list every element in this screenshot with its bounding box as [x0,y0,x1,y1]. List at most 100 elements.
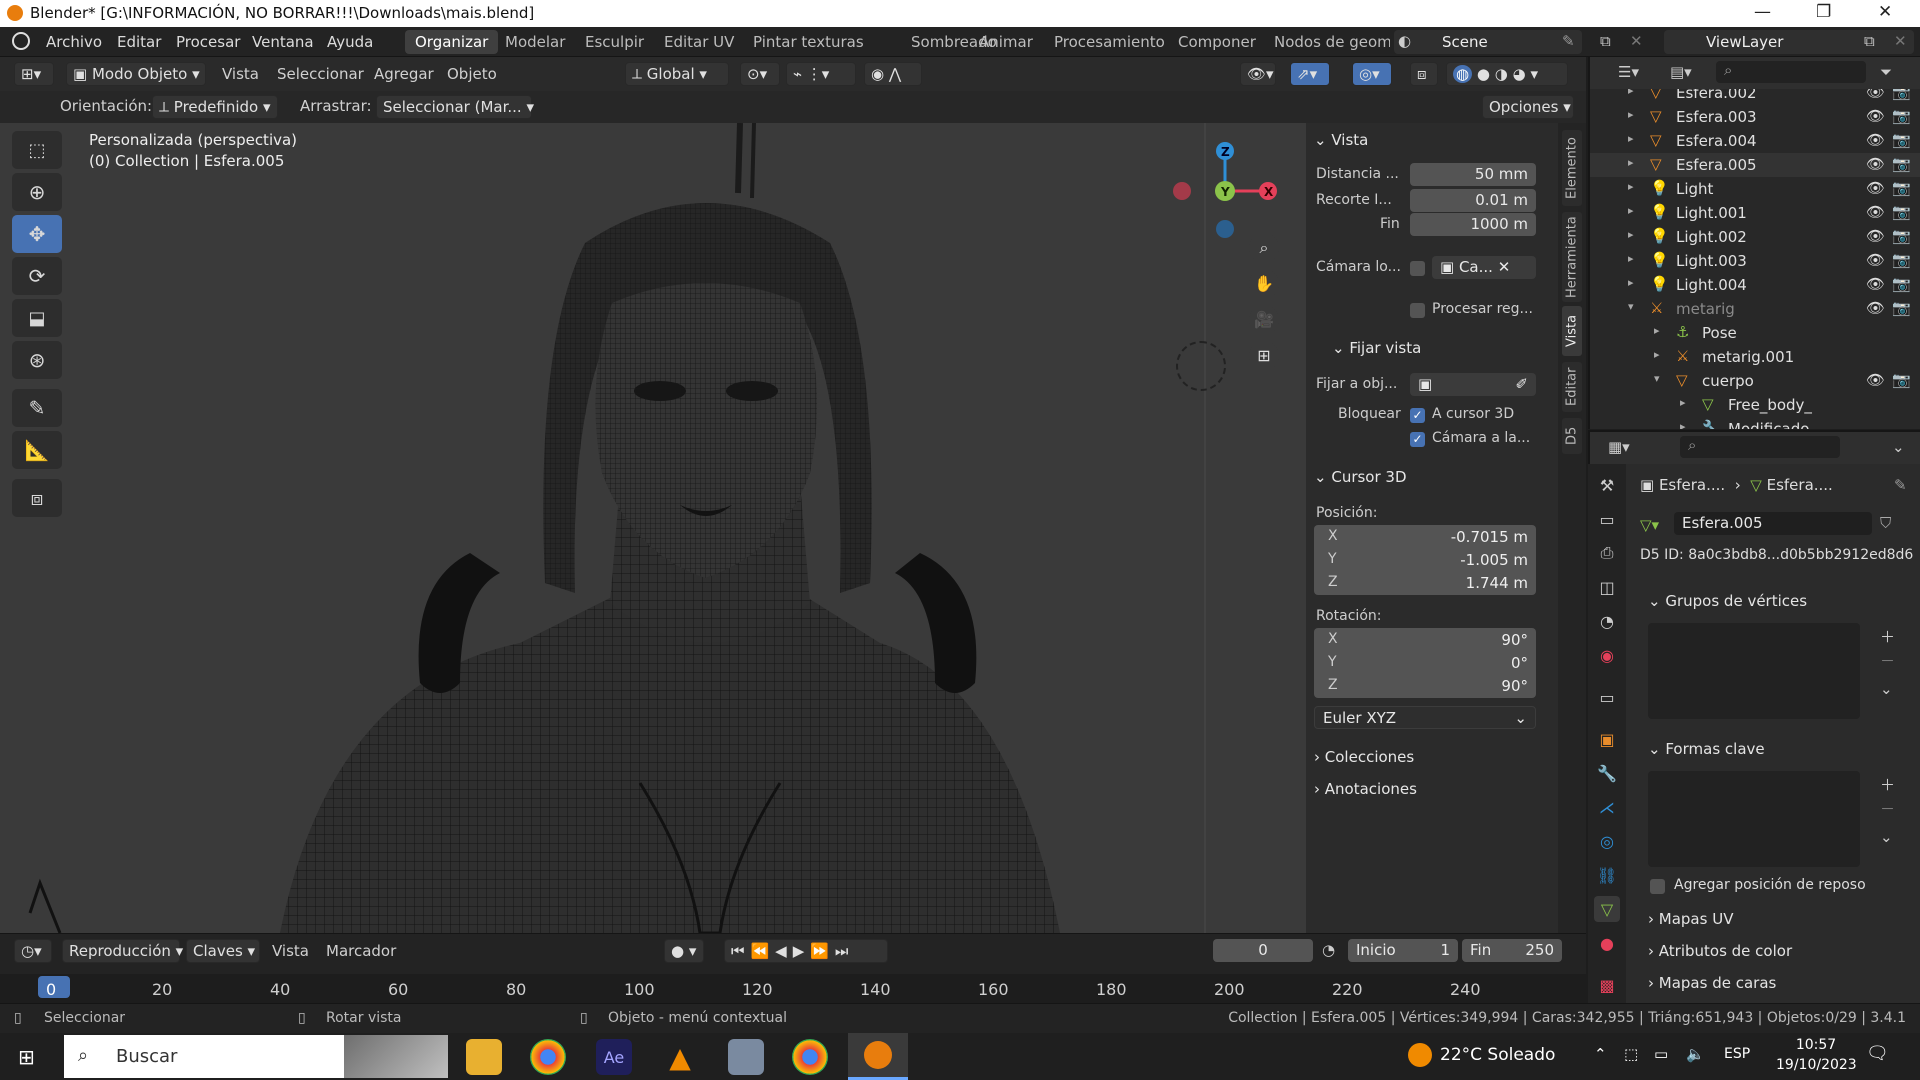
expand-arrow-icon[interactable]: ▸ [1628,228,1634,241]
pivot-selector[interactable]: ⊙▾ [740,62,780,86]
3d-cursor-icon[interactable] [1176,341,1226,391]
tool-properties-tab-icon[interactable]: ⚒ [1594,472,1620,498]
uv-maps-header[interactable]: › Mapas UV [1648,910,1733,928]
windows-start-icon[interactable]: ⊞ [18,1045,35,1069]
restore-button[interactable]: ❐ [1816,2,1831,22]
tab-elemento[interactable]: Elemento [1562,130,1582,206]
render-camera-icon[interactable]: 📷 [1892,179,1911,197]
workspace-tab-procesamiento[interactable]: Procesamiento [1044,30,1175,54]
render-camera-icon[interactable]: 📷 [1892,299,1911,317]
camera-view-icon[interactable]: 🎥 [1249,305,1279,335]
filter-icon[interactable]: ⏷ [1880,63,1892,81]
view-panel-header[interactable]: ⌄ Vista [1314,131,1368,149]
expand-arrow-icon[interactable]: ▸ [1654,348,1660,361]
shape-keys-list[interactable] [1648,771,1860,867]
move-tool[interactable]: ✥ [12,215,62,253]
expand-arrow-icon[interactable]: ▸ [1628,276,1634,289]
rendered-shading-icon[interactable]: ◕ [1513,65,1526,83]
drag-dropdown[interactable]: Seleccionar (Mar... ▾ [376,95,534,119]
view-layer-properties-tab-icon[interactable]: ◫ [1594,574,1620,600]
blender-menu-icon[interactable] [12,32,30,50]
constraint-properties-tab-icon[interactable]: ⛓ [1594,862,1620,888]
mesh-data-properties-tab-icon[interactable]: ▽ [1594,896,1620,922]
preview-range-icon[interactable]: ◔ [1322,941,1335,959]
modifier-properties-tab-icon[interactable]: 🔧 [1594,760,1620,786]
language-indicator[interactable]: ESP [1724,1046,1750,1062]
world-properties-tab-icon[interactable]: ◉ [1594,642,1620,668]
snap-toggle[interactable]: ⌁ ⋮▾ [786,62,856,86]
local-camera-checkbox[interactable] [1410,261,1425,276]
expand-arrow-icon[interactable]: ▸ [1628,89,1634,97]
workspace-tab-esculpir[interactable]: Esculpir [575,30,654,54]
lock-cursor-checkbox[interactable]: ✓ [1410,408,1425,423]
render-camera-icon[interactable]: 📷 [1892,89,1911,101]
menu-objeto[interactable]: Objeto [447,65,497,83]
mesh-data-browse-icon[interactable]: ▽▾ [1640,516,1659,534]
pos-y-field[interactable]: -1.005 m [1460,551,1528,569]
orientation-dropdown[interactable]: ⟂ Predefinido ▾ [152,95,278,119]
outliner-row[interactable]: ▾ ⚔ metarig 👁 📷 [1590,297,1920,321]
face-maps-header[interactable]: › Mapas de caras [1648,974,1776,992]
fake-user-shield-icon[interactable]: ⛉ [1880,514,1891,532]
outliner-row[interactable]: ▸ ▽ Esfera.005 👁 📷 [1590,153,1920,177]
outliner-row[interactable]: ▸ ▽ Esfera.004 👁 📷 [1590,129,1920,153]
render-camera-icon[interactable]: 📷 [1892,227,1911,245]
render-region-checkbox[interactable] [1410,303,1425,318]
playback-controls[interactable]: ⏮⏪◀▶⏩⏭ [724,939,888,963]
properties-options-icon[interactable]: ⌄ [1892,438,1905,456]
notifications-icon[interactable]: 🗨 [1866,1043,1889,1064]
expand-arrow-icon[interactable]: ▸ [1628,204,1634,217]
file-explorer-icon[interactable] [466,1039,502,1075]
timeline-view-menu[interactable]: Vista [272,942,309,960]
visibility-eye-icon[interactable]: 👁 [1866,299,1885,317]
outliner-row[interactable]: ▸ 💡 Light.004 👁 📷 [1590,273,1920,297]
visibility-eye-icon[interactable]: 👁 [1866,203,1885,221]
pan-hand-icon[interactable]: ✋ [1249,269,1279,299]
outliner-row[interactable]: ▸ ▽ Esfera.003 👁 📷 [1590,105,1920,129]
render-camera-icon[interactable]: 📷 [1892,203,1911,221]
menu-editar[interactable]: Editar [117,33,161,51]
workspace-tab-pintar-texturas[interactable]: Pintar texturas [743,30,874,54]
lock-camera-checkbox[interactable]: ✓ [1410,432,1425,447]
rot-x-field[interactable]: 90° [1501,631,1528,649]
proportional-editing-toggle[interactable]: ◉ ⋀ [864,62,922,86]
add-vertex-group-button[interactable]: ＋ [1880,626,1895,647]
visibility-selector[interactable]: 👁▾ [1240,62,1276,86]
ortho-grid-icon[interactable]: ⊞ [1249,341,1279,371]
clock-time[interactable]: 10:57 [1776,1037,1856,1053]
collections-panel-header[interactable]: › Colecciones [1314,748,1414,766]
menu-agregar[interactable]: Agregar [374,65,434,83]
auto-keying-toggle[interactable]: ● ▾ [664,939,704,963]
overlays-toggle[interactable]: ◎▾ [1352,62,1392,86]
rot-y-field[interactable]: 0° [1511,654,1528,672]
outliner-row[interactable]: ▸ ⚔ metarig.001 [1590,345,1920,369]
tab-d5[interactable]: D5 [1562,418,1582,454]
expand-arrow-icon[interactable]: ▸ [1628,252,1634,265]
focal-length-field[interactable]: 50 mm [1410,163,1536,186]
menu-seleccionar[interactable]: Seleccionar [277,65,364,83]
color-attributes-header[interactable]: › Atributos de color [1648,942,1792,960]
outliner-row[interactable]: ▸ ▽ Esfera.002 👁 📷 [1590,89,1920,105]
wireframe-shading-icon[interactable]: ◍ [1453,65,1473,83]
outliner-row[interactable]: ▸ 💡 Light.001 👁 📷 [1590,201,1920,225]
scene-properties-tab-icon[interactable]: ◔ [1594,608,1620,634]
cursor-tool[interactable]: ⊕ [12,173,62,211]
marker-menu[interactable]: Marcador [326,942,396,960]
xray-toggle[interactable]: ⧈ [1410,62,1438,86]
tab-vista[interactable]: Vista [1562,306,1582,356]
visibility-eye-icon[interactable]: 👁 [1866,275,1885,293]
outliner-row[interactable]: ▸ 💡 Light.003 👁 📷 [1590,249,1920,273]
keys-menu[interactable]: Claves ▾ [186,939,260,963]
options-dropdown[interactable]: Opciones ▾ [1482,95,1574,119]
chrome-profile-icon[interactable] [792,1039,828,1075]
render-camera-icon[interactable]: 📷 [1892,107,1911,125]
workspace-tab-componer[interactable]: Componer [1168,30,1266,54]
outliner-row[interactable]: ▾ ▽ cuerpo 👁 📷 [1590,369,1920,393]
end-frame-field[interactable]: Fin 250 [1462,939,1562,962]
remove-vertex-group-button[interactable]: － [1880,650,1895,671]
render-camera-icon[interactable]: 📷 [1892,251,1911,269]
solid-shading-icon[interactable]: ● [1477,65,1490,83]
lock-view-header[interactable]: ⌄ Fijar vista [1332,339,1421,357]
material-properties-tab-icon[interactable]: ● [1594,930,1620,956]
rotation-mode-dropdown[interactable]: Euler XYZ ⌄ [1314,706,1536,729]
